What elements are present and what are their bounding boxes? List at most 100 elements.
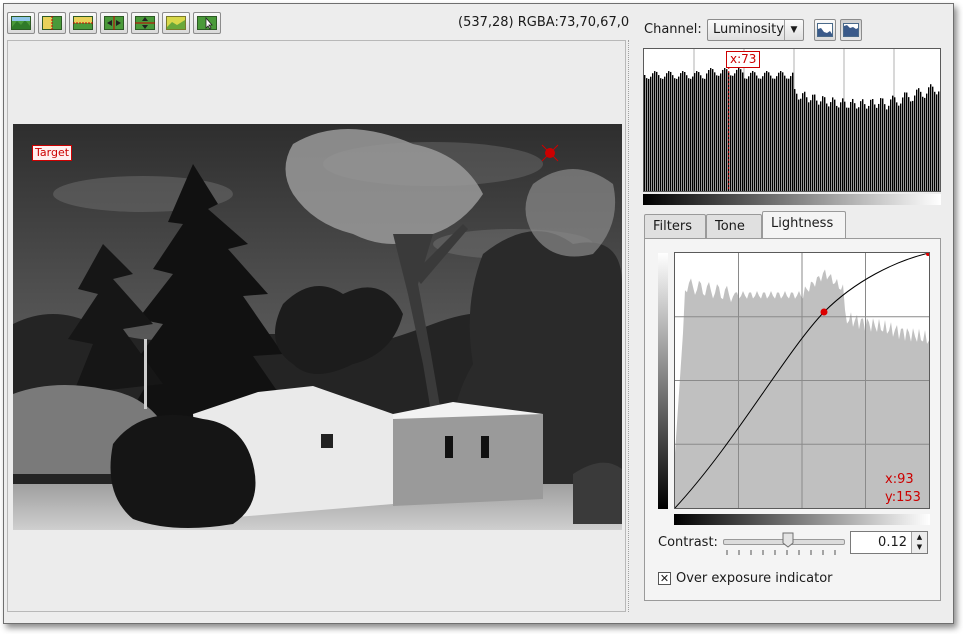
histogram-bar [686, 75, 688, 191]
log-histogram-button[interactable] [840, 19, 862, 41]
histogram-bar [786, 78, 788, 191]
histogram-bar [676, 78, 678, 191]
histogram-bar [820, 101, 822, 191]
histogram-bar [918, 88, 920, 191]
histogram-bar [744, 78, 746, 191]
histogram-bar [710, 68, 712, 191]
split-move-horizontal-button[interactable] [100, 12, 128, 34]
histogram-bar [698, 72, 700, 191]
tab-tone[interactable]: Tone [706, 214, 762, 238]
histogram-bar [674, 78, 676, 191]
histogram-bar [654, 71, 656, 191]
preview-highlight-button[interactable] [162, 12, 190, 34]
linear-histogram-icon [817, 23, 833, 37]
histogram-bar [930, 84, 932, 191]
histogram-bar [670, 71, 672, 191]
target-picker-button[interactable] [193, 12, 221, 34]
histogram-bar [794, 89, 796, 191]
histogram-bar [910, 101, 912, 191]
histogram-bar [814, 94, 816, 191]
histogram-bar [848, 107, 850, 191]
histogram-bar [864, 104, 866, 191]
pane-splitter[interactable] [628, 40, 633, 612]
histogram-bar [888, 105, 890, 191]
histogram-bar [644, 75, 646, 191]
lightness-curve-editor[interactable] [674, 252, 930, 509]
cursor-info-readout: (537,28) RGBA:73,70,67,0 [458, 15, 630, 30]
histogram-bar [734, 73, 736, 191]
histogram-bar [682, 71, 684, 191]
histogram-bar [672, 75, 674, 191]
linear-histogram-button[interactable] [814, 19, 836, 41]
tab-filters[interactable]: Filters [644, 214, 706, 238]
contrast-spinbox[interactable]: 0.12 ▲ ▼ [850, 531, 928, 554]
histogram-view[interactable] [643, 48, 941, 192]
histogram-bar [866, 108, 868, 191]
channel-select[interactable]: Luminosity ▼ [707, 19, 804, 41]
tab-lightness[interactable]: Lightness [762, 211, 846, 239]
histogram-bar [712, 69, 714, 191]
histogram-bar [936, 94, 938, 191]
histogram-bar [702, 78, 704, 191]
histogram-bar [914, 95, 916, 191]
histogram-bar [720, 73, 722, 191]
photo-image [13, 124, 622, 530]
histogram-bar [894, 97, 896, 191]
split-move-vertical-button[interactable] [131, 12, 159, 34]
histogram-bar [870, 99, 872, 191]
histogram-bar [818, 104, 820, 191]
histogram-bar [650, 76, 652, 191]
spin-arrows-icon[interactable]: ▲ ▼ [911, 532, 927, 553]
split-vertical-button[interactable] [38, 12, 66, 34]
histogram-bar [766, 71, 768, 191]
output-gradient-bar [658, 253, 668, 509]
histogram-bar [920, 91, 922, 191]
original-view-button[interactable] [7, 12, 35, 34]
split-horizontal-button[interactable] [69, 12, 97, 34]
histogram-bar [646, 78, 648, 191]
contrast-slider-thumb[interactable] [782, 532, 794, 548]
histogram-bar [792, 72, 794, 191]
histogram-bar [740, 69, 742, 191]
histogram-bar [768, 72, 770, 191]
contrast-label: Contrast: [658, 535, 718, 550]
histogram-bar [648, 78, 650, 191]
histogram-bar [822, 96, 824, 191]
histogram-bar [938, 91, 940, 191]
preview-highlight-icon [166, 16, 186, 30]
histogram-bar [722, 69, 724, 191]
histogram-bar [892, 95, 894, 191]
histogram-bar [882, 98, 884, 191]
histogram-bar [934, 91, 936, 191]
histogram-bar [758, 78, 760, 191]
chevron-down-icon: ▼ [784, 20, 803, 40]
histogram-bar [678, 76, 680, 191]
histogram-bar [872, 99, 874, 191]
histogram-bar [926, 93, 928, 191]
histogram-bar [696, 71, 698, 191]
histogram-bar [694, 73, 696, 191]
overexposure-checkbox[interactable]: ✕ [658, 572, 671, 585]
channel-label: Channel: [644, 22, 702, 37]
histogram-bar [826, 103, 828, 191]
histogram-bar [828, 106, 830, 191]
histogram-bar [684, 71, 686, 191]
histogram-bar [736, 69, 738, 191]
histogram-bar [776, 76, 778, 191]
preview-canvas[interactable]: Target [7, 40, 626, 612]
preview-toolbar [7, 12, 221, 36]
histogram-bar [724, 68, 726, 191]
target-marker-icon[interactable] [541, 144, 559, 162]
horizontal-split-icon [73, 16, 93, 30]
histogram-bar [900, 103, 902, 191]
histogram-bar [746, 78, 748, 191]
preview-photo[interactable]: Target [13, 124, 622, 530]
histogram-bar [906, 92, 908, 191]
vertical-split-icon [42, 16, 62, 30]
histogram-bar [902, 97, 904, 191]
overexposure-label: Over exposure indicator [676, 571, 833, 586]
contrast-value: 0.12 [878, 535, 907, 550]
histogram-bar [824, 97, 826, 191]
histogram-bar [928, 87, 930, 191]
histogram-bar [842, 98, 844, 191]
